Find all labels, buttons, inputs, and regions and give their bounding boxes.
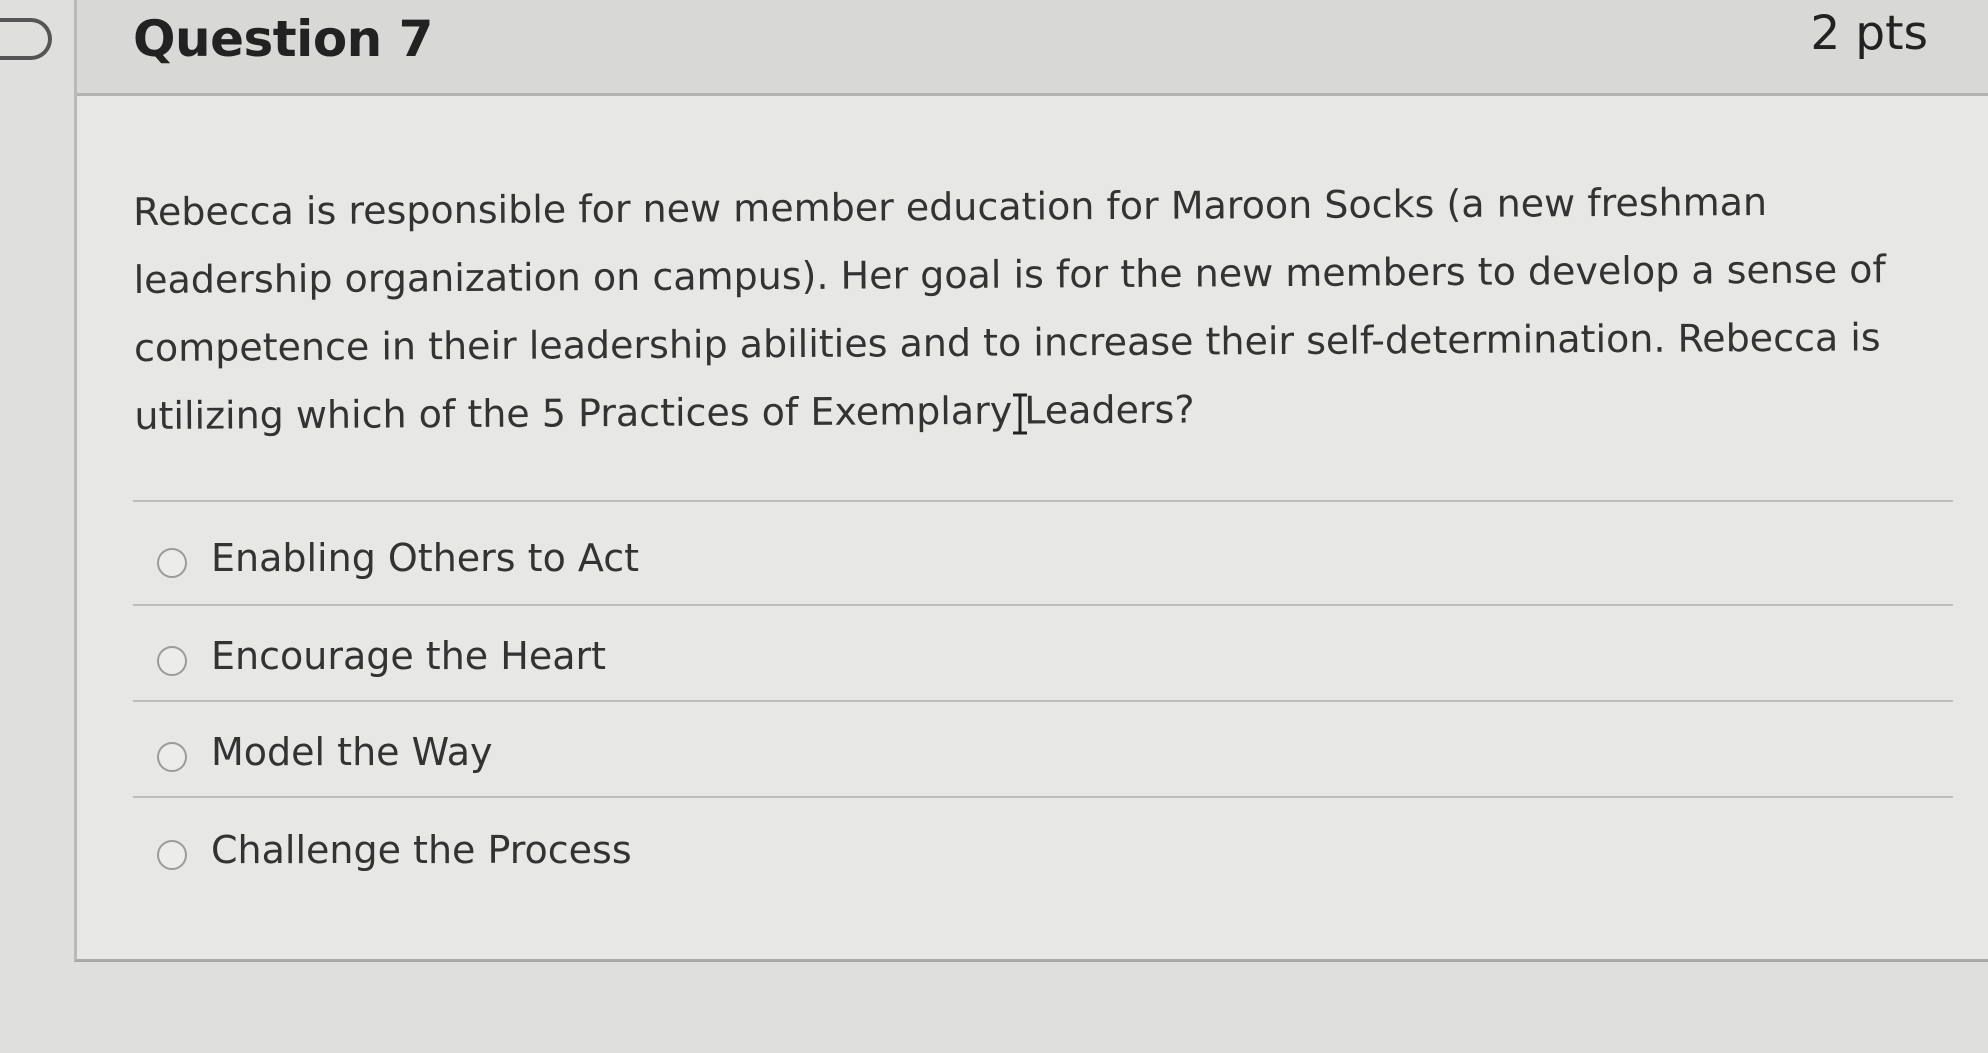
radio-button-encourage-heart[interactable]	[157, 646, 187, 676]
answer-option-model-way[interactable]: Model the Way	[133, 722, 1953, 792]
text-cursor-icon	[1013, 393, 1027, 435]
answer-option-challenge-process[interactable]: Challenge the Process	[133, 820, 1953, 890]
answer-option-enabling-others[interactable]: Enabling Others to Act	[133, 528, 1953, 598]
answer-divider	[133, 796, 1953, 798]
radio-button-model-way[interactable]	[157, 742, 187, 772]
question-header: Question 7 2 pts	[77, 0, 1988, 96]
answer-divider	[133, 604, 1953, 606]
flag-icon[interactable]	[0, 18, 52, 60]
answers-top-divider	[133, 500, 1953, 502]
radio-button-enabling-others[interactable]	[157, 548, 187, 578]
answer-label[interactable]: Model the Way	[211, 730, 493, 774]
question-points: 2 pts	[1810, 6, 1928, 61]
question-text: Rebecca is responsible for new member ed…	[133, 180, 1886, 438]
radio-button-challenge-process[interactable]	[157, 840, 187, 870]
answer-label[interactable]: Challenge the Process	[211, 828, 632, 872]
answer-label[interactable]: Encourage the Heart	[211, 634, 606, 678]
answer-option-encourage-heart[interactable]: Encourage the Heart	[133, 626, 1953, 696]
question-card: Question 7 2 pts Rebecca is responsible …	[74, 0, 1988, 962]
question-title: Question 7	[133, 10, 433, 68]
answer-label[interactable]: Enabling Others to Act	[211, 536, 639, 580]
answer-divider	[133, 700, 1953, 702]
